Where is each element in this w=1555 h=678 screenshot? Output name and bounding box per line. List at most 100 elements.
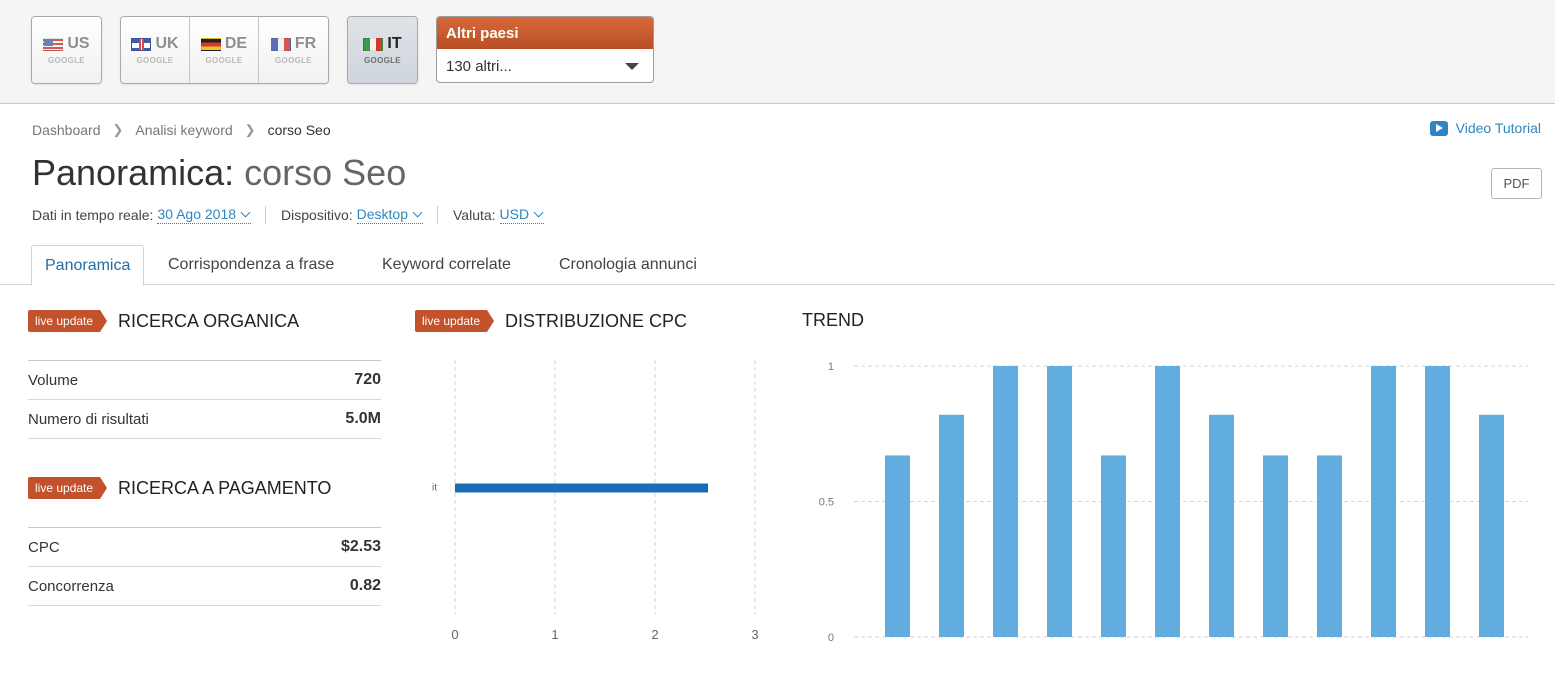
database-bar: US GOOGLE UK GOOGLE DE GOOGLE FR GOOGLE … <box>0 0 1555 104</box>
tab-panoramica[interactable]: Panoramica <box>31 245 145 286</box>
filter-device-value: Desktop <box>356 206 408 222</box>
breadcrumb-keyword-analysis[interactable]: Analisi keyword <box>135 122 232 138</box>
x-tick-label: 1 <box>551 627 558 642</box>
metric-label: CPC <box>28 538 60 556</box>
metric-value: 5.0M <box>345 410 381 427</box>
cpc-section-header: live update DISTRIBUZIONE CPC <box>415 310 687 332</box>
tab-keyword-correlate[interactable]: Keyword correlate <box>382 245 511 285</box>
y-tick-label: it <box>432 483 437 494</box>
chevron-down-icon <box>240 207 251 218</box>
trend-bar <box>1155 366 1180 637</box>
metric-value: $2.53 <box>340 538 381 555</box>
trend-bar <box>1047 366 1072 637</box>
filter-date-label: Dati in tempo reale: <box>32 207 154 223</box>
db-button-fr[interactable]: FR GOOGLE <box>259 17 328 83</box>
page-title-keyword: corso Seo <box>244 152 407 193</box>
db-engine: GOOGLE <box>205 56 243 65</box>
organic-title: RICERCA ORGANICA <box>118 310 300 331</box>
chevron-down-icon <box>533 207 544 218</box>
video-tutorial-label: Video Tutorial <box>1455 120 1541 136</box>
other-countries-dropdown: Altri paesi 130 altri... <box>436 16 654 83</box>
trend-bar <box>1317 455 1342 637</box>
fr-flag-icon <box>270 37 291 51</box>
metric-value: 0.82 <box>349 577 381 594</box>
filter-device-dropdown[interactable]: Desktop <box>356 206 423 224</box>
page-title-prefix: Panoramica: <box>32 152 235 193</box>
trend-bar <box>1209 414 1234 637</box>
breadcrumb-dashboard[interactable]: Dashboard <box>32 122 101 138</box>
db-group-europe: UK GOOGLE DE GOOGLE FR GOOGLE <box>120 16 329 84</box>
chevron-right-icon: ❯ <box>244 122 256 137</box>
it-flag-icon <box>363 37 384 51</box>
trend-bar <box>1479 414 1504 637</box>
live-update-badge: live update <box>28 477 108 499</box>
filter-device: Dispositivo: Desktop <box>265 206 437 224</box>
db-button-it[interactable]: IT GOOGLE <box>348 17 417 83</box>
metric-label: Volume <box>28 371 79 389</box>
video-tutorial-link[interactable]: Video Tutorial <box>1429 120 1541 136</box>
chevron-right-icon: ❯ <box>112 122 124 137</box>
uk-flag-icon <box>131 37 152 51</box>
play-video-icon <box>1429 120 1448 136</box>
x-tick-label: 3 <box>751 627 758 642</box>
live-update-badge: live update <box>28 310 108 332</box>
trend-bar <box>993 366 1018 637</box>
trend-section-header: TREND <box>802 310 864 331</box>
cpc-title: DISTRIBUZIONE CPC <box>505 310 688 331</box>
filter-currency: Valuta: USD <box>437 206 558 224</box>
filter-currency-label: Valuta: <box>453 207 496 223</box>
caret-down-icon <box>625 62 639 70</box>
metric-label: Numero di risultati <box>28 410 149 428</box>
db-group-it: IT GOOGLE <box>347 16 418 84</box>
live-update-badge: live update <box>415 310 495 332</box>
db-engine: GOOGLE <box>136 56 174 65</box>
trend-bar <box>1263 455 1288 637</box>
pdf-button[interactable]: PDF <box>1491 168 1542 199</box>
db-engine: GOOGLE <box>48 56 85 65</box>
y-tick-label: 0.5 <box>819 497 834 509</box>
tab-corrispondenza-frase[interactable]: Corrispondenza a frase <box>168 245 334 285</box>
db-code: FR <box>294 35 317 52</box>
db-engine: GOOGLE <box>364 56 401 65</box>
page-title: Panoramica: corso Seo <box>32 152 406 194</box>
breadcrumb: Dashboard ❯ Analisi keyword ❯ corso Seo <box>32 122 331 138</box>
metric-row-cpc: CPC $2.53 <box>28 528 381 567</box>
paid-metrics: CPC $2.53 Concorrenza 0.82 <box>28 527 381 606</box>
tab-bar: Panoramica Corrispondenza a frase Keywor… <box>0 245 1555 286</box>
tab-cronologia-annunci[interactable]: Cronologia annunci <box>559 245 697 285</box>
db-button-de[interactable]: DE GOOGLE <box>190 17 259 83</box>
trend-bar <box>1371 366 1396 637</box>
filter-currency-value: USD <box>499 206 530 222</box>
organic-section-header: live update RICERCA ORGANICA <box>28 310 299 332</box>
breadcrumb-current: corso Seo <box>267 122 331 138</box>
filters-bar: Dati in tempo reale: 30 Ago 2018 Disposi… <box>32 206 558 224</box>
trend-bar <box>1101 455 1126 637</box>
trend-bar <box>885 455 910 637</box>
db-button-us[interactable]: US GOOGLE <box>32 17 101 83</box>
filter-device-label: Dispositivo: <box>281 207 353 223</box>
filter-currency-dropdown[interactable]: USD <box>499 206 545 224</box>
trend-title: TREND <box>802 310 864 330</box>
cpc-bar <box>455 483 708 493</box>
metric-row-competition: Concorrenza 0.82 <box>28 567 381 606</box>
x-tick-label: 2 <box>651 627 658 642</box>
db-engine: GOOGLE <box>275 56 312 65</box>
db-button-uk[interactable]: UK GOOGLE <box>121 17 190 83</box>
metric-value: 720 <box>354 371 381 388</box>
db-code: DE <box>224 35 248 52</box>
x-tick-label: 0 <box>451 627 458 642</box>
chevron-down-icon <box>412 207 423 218</box>
filter-date-dropdown[interactable]: 30 Ago 2018 <box>157 206 252 224</box>
trend-bar <box>1425 366 1450 637</box>
filter-date-value: 30 Ago 2018 <box>157 206 237 222</box>
cpc-distribution-chart: 0 1 2 3 it <box>432 360 759 642</box>
trend-bar <box>939 414 964 637</box>
other-countries-select[interactable]: 130 altri... <box>437 49 653 82</box>
db-code: IT <box>387 35 402 52</box>
metric-row-results: Numero di risultati 5.0M <box>28 400 381 439</box>
y-tick-label: 0 <box>828 632 834 644</box>
organic-metrics: Volume 720 Numero di risultati 5.0M <box>28 360 381 439</box>
filter-date: Dati in tempo reale: 30 Ago 2018 <box>32 206 265 224</box>
db-code: UK <box>155 35 179 52</box>
y-tick-label: 1 <box>828 361 834 373</box>
